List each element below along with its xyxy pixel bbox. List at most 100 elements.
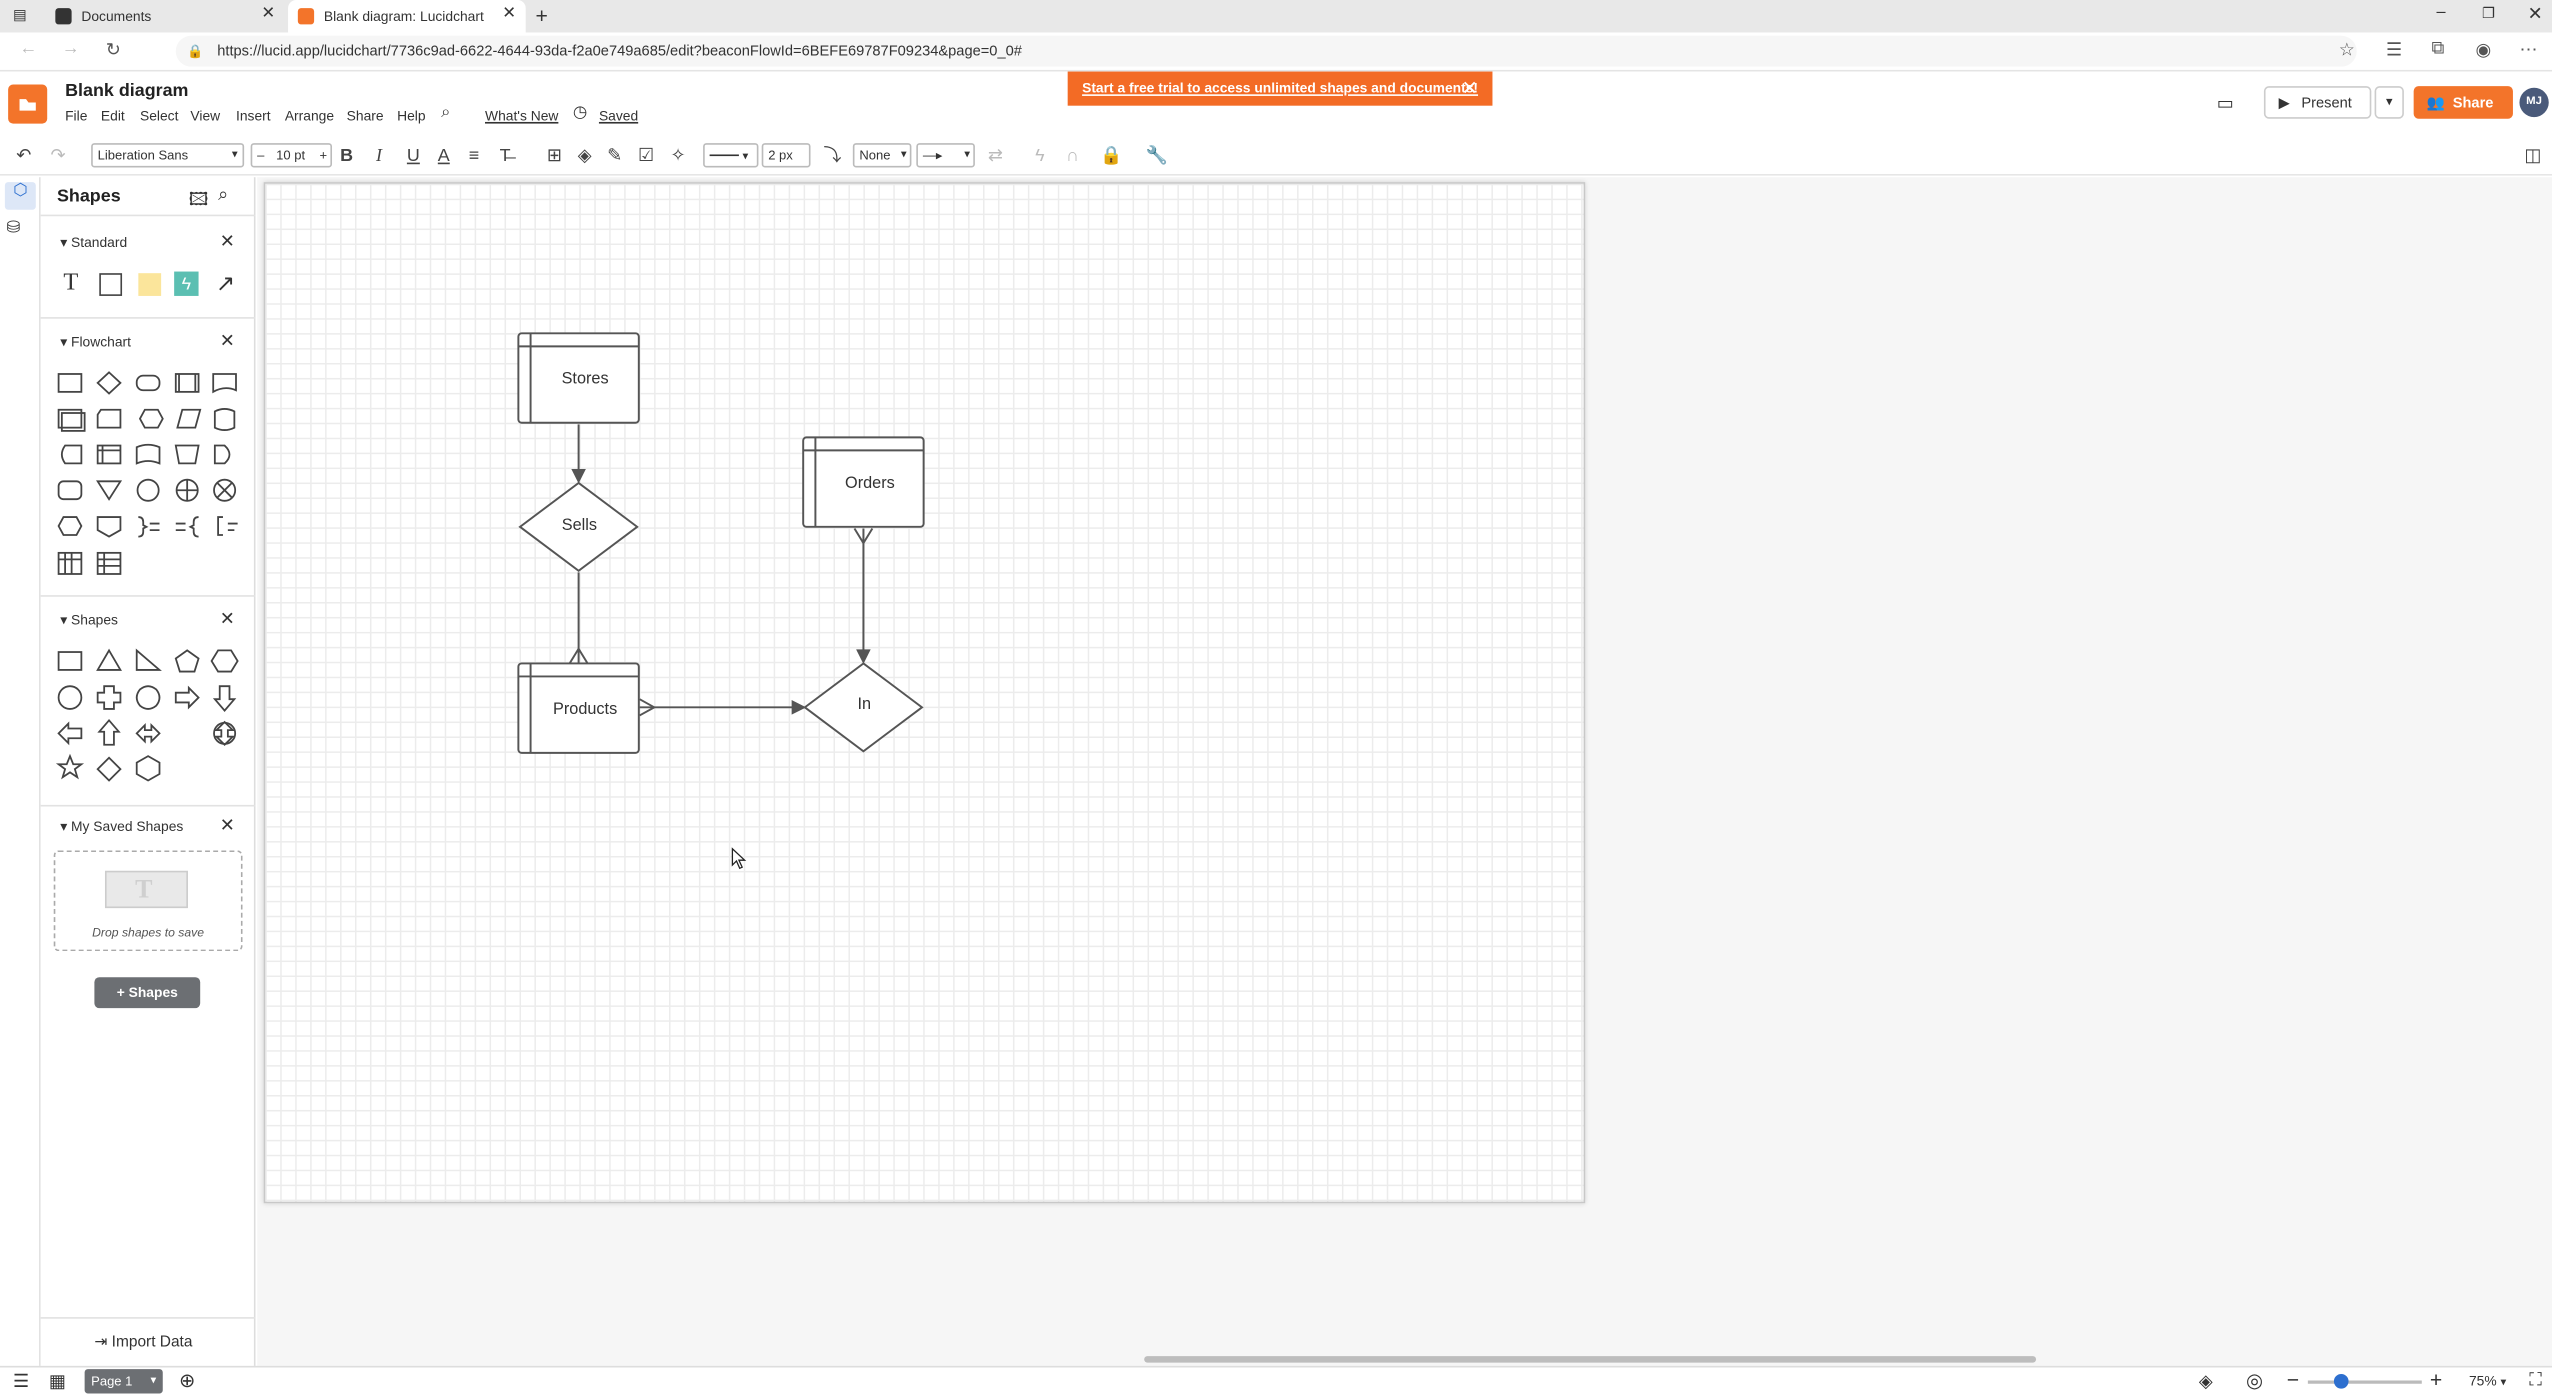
rectangle-shape-icon[interactable] <box>98 272 122 296</box>
search-icon[interactable]: ⌕ <box>218 185 228 206</box>
close-section-icon[interactable]: ✕ <box>220 815 235 836</box>
url-field[interactable]: 🔒 https://lucid.app/lucidchart/7736c9ad-… <box>175 35 2357 67</box>
browser-menu-icon[interactable]: ⋯ <box>2519 39 2537 61</box>
italic-icon[interactable]: I <box>376 143 382 169</box>
undo-icon[interactable]: ↶ <box>16 143 31 169</box>
text-color-icon[interactable]: A <box>438 143 450 169</box>
share-button[interactable]: 👥 Share <box>2413 86 2513 119</box>
minimize-window-icon[interactable]: – <box>2436 3 2445 21</box>
close-window-icon[interactable]: ✕ <box>2528 3 2543 25</box>
present-dropdown-icon[interactable]: ▾ <box>2374 86 2404 119</box>
fill-color-icon[interactable]: ◈ <box>578 143 592 169</box>
zoom-out-icon[interactable]: − <box>2287 1367 2299 1391</box>
document-title[interactable]: Blank diagram <box>65 81 188 101</box>
zoom-slider[interactable] <box>2307 1380 2422 1384</box>
menu-file[interactable]: File <box>65 107 87 123</box>
navigation-icon[interactable]: ◎ <box>2246 1369 2263 1392</box>
close-section-icon[interactable]: ✕ <box>220 330 235 352</box>
forward-icon[interactable]: → <box>62 39 80 59</box>
free-trial-banner[interactable]: Start a free trial to access unlimited s… <box>1067 71 1493 106</box>
fullscreen-icon[interactable]: ⛶ <box>2529 1371 2542 1392</box>
lock-icon[interactable]: 🔒 <box>1100 143 1122 169</box>
text-shape-icon[interactable]: T <box>59 270 83 296</box>
underline-icon[interactable]: U <box>407 143 420 169</box>
present-button[interactable]: ▶ Present <box>2263 86 2372 119</box>
swap-arrows-icon[interactable]: ⇄ <box>988 143 1003 169</box>
reload-icon[interactable]: ↻ <box>106 39 121 61</box>
whats-new-link[interactable]: What's New <box>485 107 558 123</box>
tab-actions-icon[interactable]: ▤ <box>13 7 27 25</box>
close-section-icon[interactable]: ✕ <box>220 608 235 630</box>
layers-icon[interactable]: ◈ <box>2199 1371 2213 1392</box>
add-shapes-button[interactable]: + Shapes <box>94 977 201 1009</box>
menu-insert[interactable]: Insert <box>236 107 271 123</box>
line-shape-icon[interactable]: ⤵ <box>824 143 842 169</box>
text-options-icon[interactable]: T̶ <box>500 143 511 169</box>
menu-select[interactable]: Select <box>140 107 178 123</box>
style-icon[interactable]: ☑ <box>638 143 654 169</box>
zoom-in-icon[interactable]: + <box>2430 1367 2442 1391</box>
shapes-rail-icon[interactable]: ⬡ <box>4 182 36 210</box>
action-shape-icon[interactable]: ϟ <box>174 271 199 296</box>
user-avatar[interactable]: MJ <box>2519 87 2549 118</box>
line-color-icon[interactable]: ✎ <box>607 143 622 169</box>
menu-arrange[interactable]: Arrange <box>285 107 334 123</box>
back-icon[interactable]: ← <box>20 39 38 59</box>
align-icon[interactable]: ≡ <box>469 143 479 169</box>
section-shapes-header[interactable]: ▾ Shapes <box>60 611 118 629</box>
font-size-stepper[interactable]: – 10 pt + <box>250 143 333 168</box>
line-width-select[interactable]: 2 px <box>761 143 811 168</box>
menu-share[interactable]: Share <box>347 107 384 123</box>
browser-tab-blank-diagram[interactable]: Blank diagram: Lucidchart ✕ <box>288 0 526 33</box>
import-data-button[interactable]: ⇥ Import Data <box>94 1333 192 1351</box>
redo-icon[interactable]: ↷ <box>50 143 65 169</box>
close-section-icon[interactable]: ✕ <box>220 231 235 253</box>
line-shape-icon[interactable]: ↗ <box>213 270 237 296</box>
restore-window-icon[interactable]: ❐ <box>2482 5 2495 23</box>
list-view-icon[interactable]: ☰ <box>13 1371 29 1392</box>
decrease-icon[interactable]: – <box>257 148 264 163</box>
horizontal-scrollbar[interactable] <box>1144 1356 2037 1363</box>
increase-icon[interactable]: + <box>320 145 328 166</box>
section-saved-shapes-header[interactable]: ▾ My Saved Shapes <box>60 818 183 836</box>
note-shape-icon[interactable] <box>137 272 161 296</box>
image-icon[interactable]: 🖾 <box>189 185 208 216</box>
magnet-icon[interactable]: ∩ <box>1066 143 1079 169</box>
diagram-svg[interactable] <box>264 182 1586 1203</box>
zoom-slider-handle[interactable] <box>2333 1373 2349 1389</box>
panel-toggle-icon[interactable]: ◫ <box>2524 143 2541 169</box>
arrow-end-select[interactable]: —▸ ▾ <box>916 143 975 168</box>
browser-tab-documents[interactable]: Documents ✕ <box>46 0 285 33</box>
favorites-icon[interactable]: ☰ <box>2386 39 2402 61</box>
wrench-icon[interactable]: 🔧 <box>1146 143 1168 169</box>
arrow-start-select[interactable]: None ▾ <box>852 143 912 168</box>
close-tab-icon[interactable]: ✕ <box>502 5 516 23</box>
data-rail-icon[interactable]: ⛁ <box>7 220 21 238</box>
close-tab-icon[interactable]: ✕ <box>261 5 275 23</box>
basic-shapes-grid[interactable] <box>55 647 244 787</box>
new-tab-icon[interactable]: + <box>535 3 547 27</box>
flowchart-shapes-grid[interactable] <box>55 369 244 577</box>
menu-help[interactable]: Help <box>397 107 425 123</box>
lightning-icon[interactable]: ϟ <box>1035 143 1044 169</box>
menu-edit[interactable]: Edit <box>101 107 125 123</box>
circle-shape-icon[interactable] <box>212 720 238 746</box>
save-status[interactable]: Saved <box>599 107 638 123</box>
shape-options-icon[interactable]: ⊞ <box>547 143 562 169</box>
add-page-icon[interactable]: ⊕ <box>179 1369 195 1392</box>
font-family-select[interactable]: Liberation Sans ▾ <box>91 143 245 168</box>
menu-view[interactable]: View <box>190 107 220 123</box>
line-style-select[interactable]: ▾ <box>703 143 759 168</box>
page-tab[interactable]: Page 1 ▾ <box>84 1369 163 1394</box>
bold-icon[interactable]: B <box>340 143 353 169</box>
comments-icon[interactable]: ▭ <box>2217 93 2234 114</box>
collections-icon[interactable]: ⧉ <box>2432 39 2445 60</box>
profile-icon[interactable]: ◉ <box>2476 39 2492 61</box>
section-flowchart-header[interactable]: ▾ Flowchart <box>60 333 131 351</box>
zoom-level-select[interactable]: 75% ▾ <box>2469 1372 2506 1388</box>
binoculars-icon[interactable]: ⌕ <box>441 104 450 122</box>
lucid-logo-icon[interactable] <box>8 84 48 124</box>
section-standard-header[interactable]: ▾ Standard <box>60 234 127 252</box>
effects-icon[interactable]: ✧ <box>671 143 686 169</box>
favorites-add-icon[interactable]: ☆ <box>2339 39 2355 61</box>
